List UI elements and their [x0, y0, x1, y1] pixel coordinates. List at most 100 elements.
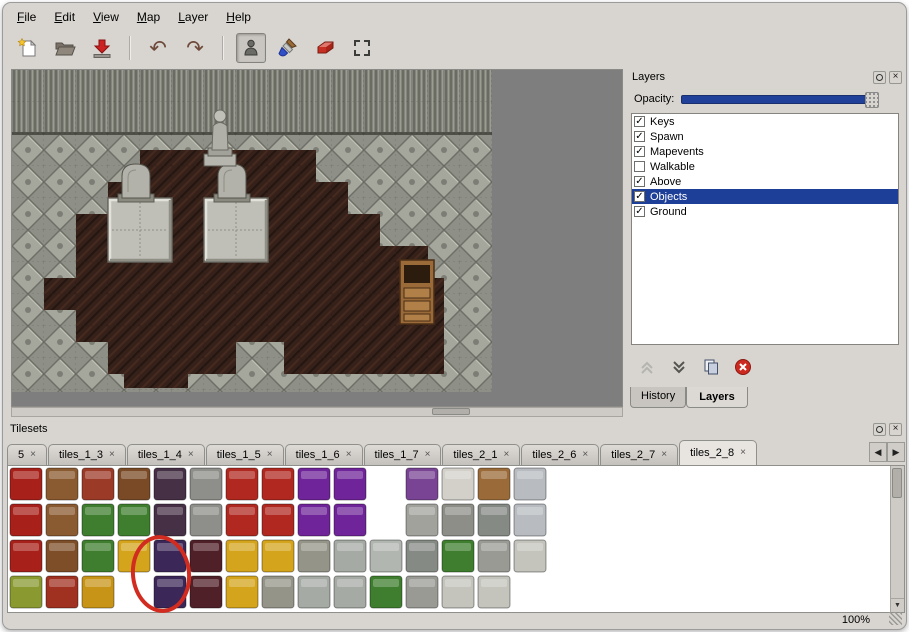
open-map-button[interactable] — [50, 33, 80, 63]
menu-map[interactable]: Map — [129, 8, 168, 27]
layer-row[interactable]: Keys — [632, 114, 898, 129]
tile-plant[interactable] — [82, 540, 114, 572]
tab-layers[interactable]: Layers — [686, 387, 747, 408]
tile-pedestal[interactable] — [478, 540, 510, 572]
resize-grip[interactable] — [889, 612, 902, 625]
tile-throne-purple[interactable] — [334, 504, 366, 536]
tile-angel[interactable] — [370, 540, 402, 572]
tab-close-icon[interactable]: × — [109, 450, 115, 460]
tileset-tab[interactable]: 5 × — [7, 444, 47, 465]
scrollbar-thumb[interactable] — [892, 468, 902, 498]
tab-close-icon[interactable]: × — [346, 450, 352, 460]
tile-cabinet-dark[interactable] — [154, 468, 186, 500]
tile-gargoyle[interactable] — [406, 540, 438, 572]
tile-throne-purple[interactable] — [298, 504, 330, 536]
menu-file[interactable]: File — [9, 8, 44, 27]
scroll-down-button[interactable]: ▼ — [891, 598, 904, 612]
tile-plant[interactable] — [442, 540, 474, 572]
tile-obelisk[interactable] — [406, 504, 438, 536]
tile-coffin[interactable] — [442, 504, 474, 536]
tile-horn-gold[interactable] — [82, 576, 114, 608]
tileset-tab[interactable]: tiles_1_7 × — [364, 444, 442, 465]
stamp-tool-button[interactable] — [236, 33, 266, 63]
layer-row[interactable]: Spawn — [632, 129, 898, 144]
layer-row[interactable]: Above — [632, 174, 898, 189]
tileset-view[interactable]: ▼ — [7, 465, 905, 613]
tile-armor[interactable] — [514, 504, 546, 536]
scrollbar-thumb[interactable] — [432, 408, 470, 415]
tile-banner-red[interactable] — [10, 540, 42, 572]
map-canvas[interactable] — [11, 69, 623, 407]
tab-close-icon[interactable]: × — [188, 450, 194, 460]
tile-throne-red[interactable] — [262, 504, 294, 536]
tile-loom[interactable] — [46, 504, 78, 536]
brush-tool-button[interactable] — [273, 33, 303, 63]
tile-plant[interactable] — [82, 504, 114, 536]
layer-visibility-checkbox[interactable] — [634, 116, 645, 127]
tile-gold[interactable] — [118, 540, 150, 572]
tile-books[interactable] — [46, 540, 78, 572]
tile-cabinet-dark[interactable] — [154, 504, 186, 536]
tile-portrait[interactable] — [406, 468, 438, 500]
tileset-tab[interactable]: tiles_2_1 × — [442, 444, 520, 465]
new-map-button[interactable] — [13, 33, 43, 63]
tile-pot-red[interactable] — [46, 576, 78, 608]
layer-row[interactable]: Walkable — [632, 159, 898, 174]
opacity-slider[interactable] — [681, 95, 879, 104]
layer-row[interactable]: Ground — [632, 204, 898, 219]
layer-visibility-checkbox[interactable] — [634, 146, 645, 157]
tile-table[interactable] — [118, 468, 150, 500]
tile-door-purple[interactable] — [154, 576, 186, 608]
tile-door-maroon[interactable] — [190, 576, 222, 608]
tile-throne-red[interactable] — [262, 468, 294, 500]
menu-view[interactable]: View — [85, 8, 127, 27]
close-panel-button[interactable]: × — [889, 71, 902, 84]
tile-tiles-gray[interactable] — [514, 540, 546, 572]
menu-layer[interactable]: Layer — [170, 8, 216, 27]
tileset-tab[interactable]: tiles_1_6 × — [285, 444, 363, 465]
opacity-slider-handle[interactable] — [865, 92, 879, 108]
tile-plant[interactable] — [370, 576, 402, 608]
tile-cushion[interactable] — [82, 468, 114, 500]
map-horizontal-scrollbar[interactable] — [11, 407, 623, 417]
redo-button[interactable]: ↷ — [180, 33, 210, 63]
tileset-tab[interactable]: tiles_2_6 × — [521, 444, 599, 465]
tab-close-icon[interactable]: × — [425, 450, 431, 460]
layer-visibility-checkbox[interactable] — [634, 176, 645, 187]
close-panel-button[interactable]: × — [889, 423, 902, 436]
tile-rock[interactable] — [262, 576, 294, 608]
tile-loom[interactable] — [46, 468, 78, 500]
tab-close-icon[interactable]: × — [30, 450, 36, 460]
duplicate-layer-button[interactable] — [701, 358, 721, 376]
tile-gold[interactable] — [226, 540, 258, 572]
tab-close-icon[interactable]: × — [503, 450, 509, 460]
select-tool-button[interactable] — [347, 33, 377, 63]
tile-gold[interactable] — [262, 540, 294, 572]
tile-statue[interactable] — [334, 540, 366, 572]
tile-tiles-gray[interactable] — [442, 576, 474, 608]
raise-layer-button[interactable] — [637, 358, 657, 376]
tile-cabinet-gray[interactable] — [190, 504, 222, 536]
eraser-tool-button[interactable] — [310, 33, 340, 63]
tile-cabinet-gray[interactable] — [190, 468, 222, 500]
tile-gold[interactable] — [226, 576, 258, 608]
tile-door-purple[interactable] — [154, 540, 186, 572]
layer-visibility-checkbox[interactable] — [634, 161, 645, 172]
detach-panel-button[interactable] — [873, 71, 886, 84]
tile-door-maroon[interactable] — [190, 540, 222, 572]
tileset-vertical-scrollbar[interactable]: ▼ — [890, 466, 904, 612]
lower-layer-button[interactable] — [669, 358, 689, 376]
tab-close-icon[interactable]: × — [661, 450, 667, 460]
tileset-tab[interactable]: tiles_1_4 × — [127, 444, 205, 465]
tile-throne-red[interactable] — [226, 468, 258, 500]
tileset-tab[interactable]: tiles_2_8 × — [679, 440, 757, 465]
tab-close-icon[interactable]: × — [267, 450, 273, 460]
scroll-tabs-right-button[interactable]: ▶ — [887, 442, 905, 462]
layer-row[interactable]: Objects — [632, 189, 898, 204]
tileset-tab[interactable]: tiles_2_7 × — [600, 444, 678, 465]
tileset-tab[interactable]: tiles_1_3 × — [48, 444, 126, 465]
scroll-tabs-left-button[interactable]: ◀ — [869, 442, 887, 462]
tile-banner-red[interactable] — [10, 504, 42, 536]
tile-statue[interactable] — [334, 576, 366, 608]
tile-statue[interactable] — [298, 576, 330, 608]
